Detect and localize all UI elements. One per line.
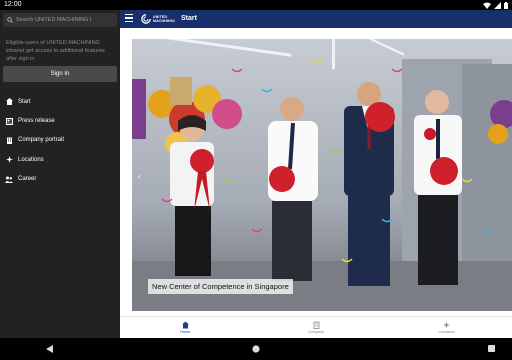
menu-item-label: Press release bbox=[18, 118, 55, 125]
battery-icon bbox=[504, 1, 508, 9]
company-logo: UNITED MACHINING bbox=[141, 12, 175, 26]
compass-icon bbox=[443, 321, 451, 329]
navigation-drawer: Eligible users of UNITED MACHINING intra… bbox=[0, 10, 120, 338]
menu-item-start[interactable]: Start bbox=[0, 92, 120, 111]
logo-text-line2: MACHINING bbox=[152, 19, 175, 23]
logo-mark-icon bbox=[141, 14, 151, 24]
menu-item-locations[interactable]: Locations bbox=[0, 150, 120, 169]
home-button-icon[interactable] bbox=[252, 345, 260, 353]
app-bar: UNITED MACHINING Start bbox=[120, 10, 512, 28]
wifi-icon bbox=[483, 2, 491, 9]
tab-locations[interactable]: Locations bbox=[381, 317, 512, 338]
page-title: Start bbox=[181, 15, 197, 22]
bottom-navigation: Home Company Locations bbox=[120, 316, 512, 338]
hero-caption: New Center of Competence in Singapore bbox=[148, 279, 293, 294]
sign-in-button[interactable]: Sign In bbox=[3, 66, 117, 82]
hero-photo bbox=[132, 39, 512, 311]
tab-company[interactable]: Company bbox=[251, 317, 382, 338]
drawer-menu: Start Press release Company portrait Loc… bbox=[0, 92, 120, 189]
menu-item-press-release[interactable]: Press release bbox=[0, 111, 120, 130]
search-input[interactable] bbox=[16, 17, 116, 23]
building-icon bbox=[313, 321, 319, 329]
menu-item-career[interactable]: Career bbox=[0, 170, 120, 189]
tab-home[interactable]: Home bbox=[120, 317, 251, 338]
home-icon bbox=[5, 98, 13, 106]
menu-item-company-portrait[interactable]: Company portrait bbox=[0, 131, 120, 150]
menu-item-label: Locations bbox=[18, 156, 44, 163]
home-icon bbox=[181, 321, 189, 329]
people-icon bbox=[5, 175, 13, 183]
hamburger-menu-icon[interactable] bbox=[125, 14, 133, 23]
tab-label: Company bbox=[307, 330, 325, 334]
building-icon bbox=[5, 136, 13, 144]
status-time: 12:00 bbox=[4, 1, 22, 8]
menu-item-label: Start bbox=[18, 98, 31, 105]
main-content: ‹ New Center of Competence in Singapore bbox=[120, 28, 512, 316]
signal-icon bbox=[494, 1, 501, 9]
signin-info-text: Eligible users of UNITED MACHINING intra… bbox=[6, 40, 105, 62]
compass-icon bbox=[5, 156, 13, 164]
hero-carousel[interactable]: ‹ New Center of Competence in Singapore bbox=[132, 39, 512, 311]
tab-label: Home bbox=[180, 330, 191, 334]
search-bar[interactable] bbox=[3, 13, 117, 27]
menu-item-label: Career bbox=[18, 176, 37, 183]
back-icon[interactable] bbox=[46, 345, 53, 353]
system-navigation-bar bbox=[0, 338, 512, 360]
tab-label: Locations bbox=[438, 330, 455, 334]
search-icon bbox=[7, 17, 13, 23]
carousel-prev-icon[interactable]: ‹ bbox=[138, 172, 146, 181]
status-bar: 12:00 bbox=[0, 0, 512, 10]
menu-item-label: Company portrait bbox=[18, 137, 65, 144]
recents-icon[interactable] bbox=[488, 345, 495, 352]
newspaper-icon bbox=[5, 117, 13, 125]
